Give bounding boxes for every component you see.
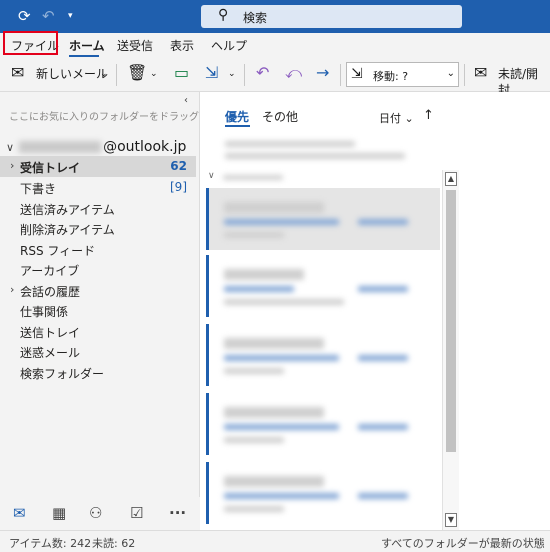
delete-icon[interactable]: 🗑 [127,64,147,82]
folder-archive[interactable]: アーカイブ [0,259,196,280]
search-box[interactable]: ⚲ 検索 [201,5,462,28]
draft-count: [9] [170,180,187,194]
unread-count: 62 [170,159,187,173]
envelope-icon: ✉ [474,63,488,82]
reading-pane [462,92,550,530]
group-collapse-icon[interactable]: ∨ [208,171,215,181]
new-mail-icon: ✉ [11,63,25,82]
move-to-dropdown-icon[interactable]: ⌄ [228,66,236,82]
module-switcher: ✉ ▦ ⚇ ☑ ··· [0,497,200,530]
calendar-icon[interactable]: ▦ [52,504,66,522]
mail-icon[interactable]: ✉ [13,504,26,522]
status-bar: アイテム数: 242 未読: 62 すべてのフォルダーが最新の状態 [0,530,550,552]
search-placeholder: 検索 [243,11,268,25]
focused-tab-indicator [225,125,250,127]
folder-outbox[interactable]: 送信トレイ [0,321,196,342]
title-bar: ⟳ ↶ ▾ ⚲ 検索 [0,0,550,33]
tab-help[interactable]: ヘルプ [211,37,247,54]
expand-chevron-icon[interactable]: › [10,159,14,172]
message-item[interactable] [206,462,440,524]
folder-inbox[interactable]: › 受信トレイ 62 [0,156,196,177]
search-icon: ⚲ [218,7,229,23]
scroll-down-icon[interactable]: ▼ [445,513,457,527]
move-label: 移動: ? [373,70,409,83]
folder-label: 送信トレイ [20,326,81,340]
item-count: アイテム数: 242 [9,537,92,550]
folder-conversation-history[interactable]: › 会話の履歴 [0,280,196,301]
folder-label: 削除済みアイテム [20,223,115,237]
message-item[interactable] [206,324,440,386]
reply-icon[interactable]: ↶ [256,64,269,82]
folder-sent[interactable]: 送信済みアイテム [0,198,196,219]
new-mail-button[interactable]: 新しいメール [36,66,108,82]
file-tab-highlight [3,31,58,55]
folder-search-folders[interactable]: 検索フォルダー [0,362,196,383]
folder-deleted[interactable]: 削除済みアイテム [0,218,196,239]
tab-focused[interactable]: 優先 [225,108,249,125]
customize-dropdown-icon[interactable]: ▾ [68,7,73,25]
sync-icon[interactable]: ⟳ [18,7,31,25]
folder-label: 受信トレイ [20,161,81,175]
folder-work[interactable]: 仕事関係 [0,300,196,321]
tab-send-receive[interactable]: 送受信 [117,37,153,54]
blurred-group-header [223,175,283,180]
sort-direction-icon[interactable]: ↑ [423,108,434,123]
message-list: 優先 その他 日付 ⌄ ↑ ∨ [201,92,462,530]
folder-label: 下書き [20,182,57,196]
tab-view[interactable]: 表示 [170,37,194,54]
expand-chevron-icon[interactable]: › [10,283,14,296]
tab-home[interactable]: ホーム [69,37,105,54]
reply-all-icon[interactable]: ⤺ [285,64,302,82]
folder-junk[interactable]: 迷惑メール [0,341,196,362]
account-header[interactable]: ∨ @outlook.jp [6,139,186,155]
folder-drafts[interactable]: 下書き [9] [0,177,196,198]
folder-label: 会話の履歴 [20,285,81,299]
forward-icon[interactable]: → [316,64,329,82]
account-name-blurred [19,141,102,153]
scroll-thumb[interactable] [446,190,456,452]
ribbon-tabs: ファイル ホーム 送受信 表示 ヘルプ [0,33,550,58]
chevron-down-icon: ⌄ [446,68,455,79]
account-domain: @outlook.jp [103,139,187,155]
new-mail-dropdown-icon[interactable]: ⌄ [100,66,108,82]
folder-label: 送信済みアイテム [20,203,115,217]
archive-icon[interactable]: ▭ [174,64,189,82]
blurred-text [225,141,355,147]
chevron-down-icon: ∨ [6,141,15,154]
folder-label: RSS フィード [20,244,96,258]
tasks-icon[interactable]: ☑ [130,504,143,522]
active-tab-indicator [69,55,99,57]
folder-label: 仕事関係 [20,305,69,319]
delete-dropdown-icon[interactable]: ⌄ [150,66,158,82]
sort-label: 日付 [379,112,401,125]
folder-pane: ‹ ここにお気に入りのフォルダーをドラッグします ∨ @outlook.jp › … [0,92,229,530]
message-item[interactable] [206,393,440,455]
move-to-icon[interactable]: ⇲ [205,64,218,82]
message-item[interactable] [206,255,440,317]
sort-by-date[interactable]: 日付 ⌄ [379,110,414,126]
move-icon: ⇲ [351,66,363,82]
message-list-scrollbar[interactable]: ▲ ▼ [442,170,459,530]
move-dropdown[interactable]: ⇲ 移動: ? ⌄ [346,62,459,87]
people-icon[interactable]: ⚇ [89,504,102,522]
message-item[interactable] [206,188,440,250]
folder-label: アーカイブ [20,264,80,278]
sync-status: すべてのフォルダーが最新の状態 [381,537,545,550]
more-icon[interactable]: ··· [169,504,186,522]
collapse-pane-icon[interactable]: ‹ [184,95,188,106]
ribbon-toolbar: ✉ 新しいメール ⌄ 🗑 ⌄ ▭ ⇲ ⌄ ↶ ⤺ → ⇲ 移動: ? ⌄ ✉ 未… [0,58,550,97]
folder-label: 迷惑メール [20,346,81,360]
blurred-text [225,153,405,159]
tab-other[interactable]: その他 [262,108,298,125]
folder-rss[interactable]: RSS フィード [0,239,196,260]
favorites-hint: ここにお気に入りのフォルダーをドラッグします [9,112,229,123]
folder-label: 検索フォルダー [20,367,105,381]
scroll-up-icon[interactable]: ▲ [445,172,457,186]
unread-count-status: 未読: 62 [92,537,136,550]
undo-icon[interactable]: ↶ [42,7,55,25]
